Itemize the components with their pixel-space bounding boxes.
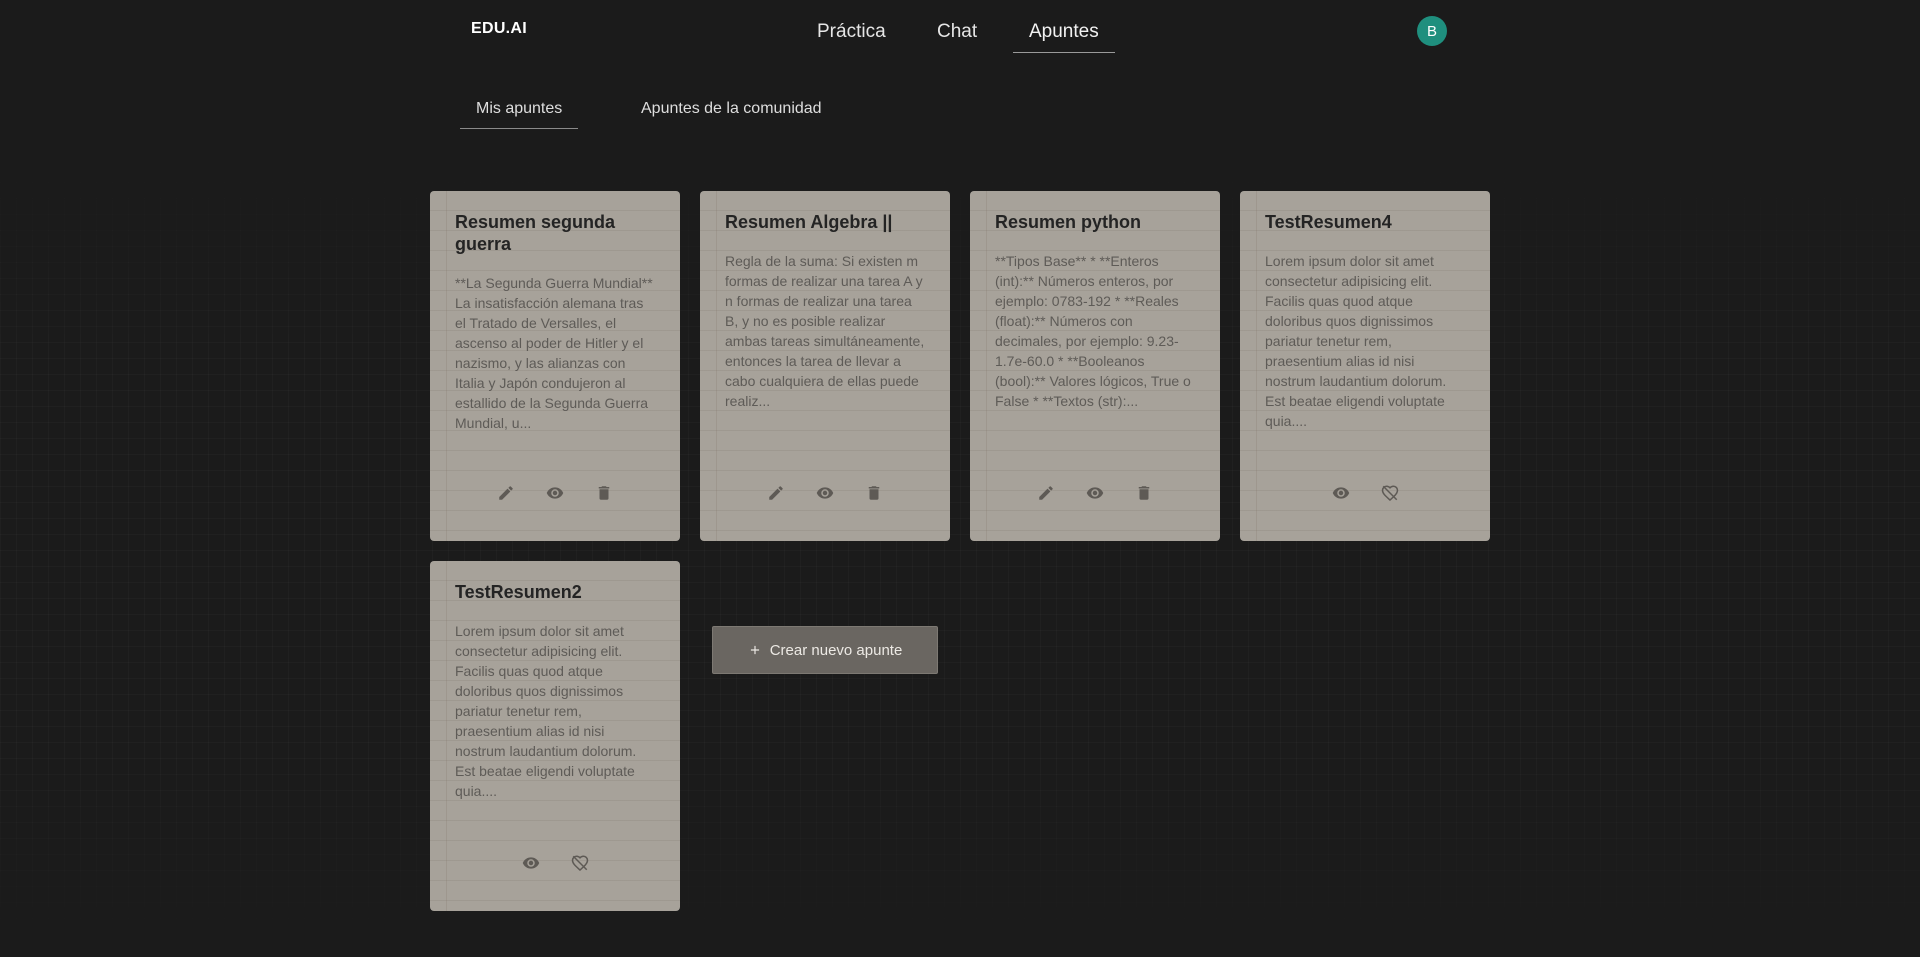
- note-card[interactable]: Resumen python **Tipos Base** * **Entero…: [970, 191, 1220, 541]
- note-preview: **La Segunda Guerra Mundial** La insatis…: [455, 275, 653, 431]
- eye-icon[interactable]: [1083, 481, 1107, 505]
- note-title: TestResumen2: [455, 582, 582, 602]
- note-actions: [430, 851, 680, 875]
- eye-icon[interactable]: [813, 481, 837, 505]
- trash-icon[interactable]: [1132, 481, 1156, 505]
- create-note-button[interactable]: Crear nuevo apunte: [712, 626, 938, 674]
- main-nav: Práctica Chat Apuntes: [0, 18, 1920, 54]
- nav-apuntes[interactable]: Apuntes: [1013, 18, 1115, 53]
- note-preview: **Tipos Base** * **Enteros (int):** Núme…: [995, 253, 1191, 409]
- note-card[interactable]: Resumen segunda guerra **La Segunda Guer…: [430, 191, 680, 541]
- note-actions: [430, 481, 680, 505]
- note-card[interactable]: TestResumen4 Lorem ipsum dolor sit amet …: [1240, 191, 1490, 541]
- edit-icon[interactable]: [764, 481, 788, 505]
- note-preview: Lorem ipsum dolor sit amet consectetur a…: [455, 623, 637, 799]
- trash-icon[interactable]: [592, 481, 616, 505]
- edit-icon[interactable]: [1034, 481, 1058, 505]
- edit-icon[interactable]: [494, 481, 518, 505]
- note-title: Resumen Algebra ||: [725, 212, 893, 232]
- eye-icon[interactable]: [519, 851, 543, 875]
- note-title: Resumen segunda guerra: [455, 212, 616, 254]
- nav-chat[interactable]: Chat: [921, 18, 993, 52]
- note-card[interactable]: Resumen Algebra || Regla de la suma: Si …: [700, 191, 950, 541]
- note-card[interactable]: TestResumen2 Lorem ipsum dolor sit amet …: [430, 561, 680, 911]
- tab-apuntes-comunidad[interactable]: Apuntes de la comunidad: [625, 98, 838, 128]
- unlike-icon[interactable]: [568, 851, 592, 875]
- create-note-label: Crear nuevo apunte: [769, 641, 903, 659]
- plus-icon: [750, 645, 759, 655]
- note-title: Resumen python: [995, 212, 1142, 232]
- note-preview: Lorem ipsum dolor sit amet consectetur a…: [1265, 253, 1447, 429]
- note-actions: [1240, 481, 1490, 505]
- note-title: TestResumen4: [1265, 212, 1392, 232]
- avatar[interactable]: B: [1417, 16, 1447, 46]
- unlike-icon[interactable]: [1378, 481, 1402, 505]
- note-actions: [970, 481, 1220, 505]
- eye-icon[interactable]: [543, 481, 567, 505]
- grid-background: [0, 150, 1920, 957]
- eye-icon[interactable]: [1329, 481, 1353, 505]
- trash-icon[interactable]: [862, 481, 886, 505]
- note-preview: Regla de la suma: Si existen m formas de…: [725, 253, 925, 409]
- note-actions: [700, 481, 950, 505]
- nav-practica[interactable]: Práctica: [801, 18, 902, 52]
- tab-mis-apuntes[interactable]: Mis apuntes: [460, 98, 579, 129]
